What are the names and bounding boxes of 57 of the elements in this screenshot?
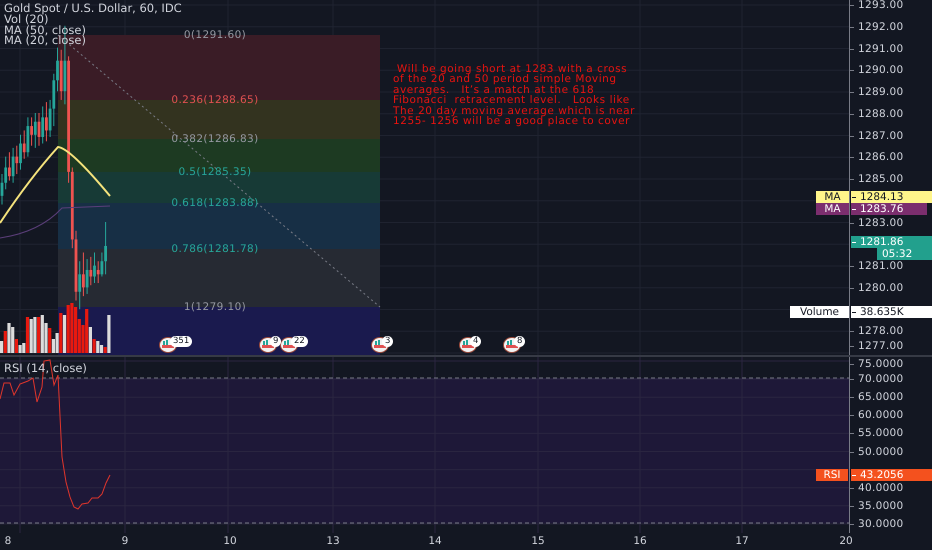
price-axis-label: 1293.00 (850, 0, 904, 11)
time-axis-label: 9 (122, 535, 128, 547)
event-count: 3 (382, 336, 394, 347)
event-count: 8 (514, 336, 526, 347)
series-tag-value: 1284.13 (851, 191, 932, 203)
series-tag-value: 38.635K (851, 306, 932, 318)
rsi-tag-label: RSI (816, 469, 848, 481)
countdown-tag: 05:32 (877, 248, 932, 260)
rsi-axis-label: 65.0000 (850, 391, 904, 404)
time-axis-label: 14 (428, 535, 442, 547)
price-axis-label: 1283.00 (850, 216, 904, 228)
last-price-tag: 1281.86 (851, 236, 932, 248)
fibonacci-level-label: 0.236(1288.65) (171, 95, 259, 106)
time-axis-label: 10 (223, 535, 237, 547)
time-axis-label: 13 (326, 535, 340, 547)
price-axis-label: 1288.00 (850, 108, 904, 120)
event-count: 351 (170, 336, 192, 347)
fibonacci-level-label: 0.382(1286.83) (171, 134, 259, 145)
fibonacci-level-label: 1(1279.10) (184, 302, 246, 313)
series-tag-label: MA (816, 203, 849, 215)
series-tag-value: 1283.76 (851, 203, 927, 215)
rsi-axis-label: 40.0000 (850, 482, 904, 494)
fibonacci-level-label: 0.618(1283.88) (171, 198, 259, 209)
rsi-axis-label: 55.0000 (850, 427, 904, 440)
rsi-axis-label: 75.0000 (850, 358, 904, 370)
fibonacci-level-label: 0.786(1281.78) (171, 244, 259, 255)
event-count: 22 (291, 336, 308, 347)
price-axis-label: 1278.00 (850, 325, 904, 338)
price-axis-label: 1280.00 (850, 282, 904, 294)
rsi-axis-label: 35.0000 (850, 500, 904, 512)
fibonacci-level-label: 0.5(1285.35) (178, 167, 252, 178)
price-axis-label: 1291.00 (850, 42, 904, 54)
event-count: 4 (470, 336, 482, 347)
rsi-axis-label: 30.0000 (850, 518, 904, 530)
price-axis-label: 1290.00 (850, 64, 904, 76)
price-axis-label: 1289.00 (850, 86, 904, 98)
price-axis-label: 1285.00 (850, 173, 904, 185)
indicator-label: Vol (20) (4, 14, 48, 25)
price-axis-label: 1286.00 (850, 151, 904, 164)
time-axis-label: 16 (633, 535, 647, 547)
series-tag-label: Volume (790, 306, 849, 318)
rsi-axis-label: 70.0000 (850, 373, 904, 386)
fibonacci-level-label: 0(1291.60) (184, 30, 246, 41)
time-axis-label: 15 (531, 535, 545, 547)
rsi-axis-label: 60.0000 (850, 409, 904, 422)
price-axis-label: 1277.00 (850, 340, 904, 352)
time-axis-label: 8 (4, 535, 12, 547)
price-axis-label: 1292.00 (850, 20, 904, 33)
time-axis-label: 20 (839, 535, 853, 547)
rsi-axis-label: 50.0000 (850, 446, 904, 458)
rsi-tag-value: 43.2056 (851, 469, 932, 481)
time-axis-label: 17 (735, 535, 749, 547)
price-axis-label: 1287.00 (850, 130, 904, 142)
annotation-note: Will be going short at 1283 with a cross of the 20 and 50 period simple Moving averages. It’s a match at the 618 Fibonacci retracement level. Looks like The 20 day moving average which is near 1255- 1256 will be a good place to cover (393, 64, 635, 126)
price-axis-label: 1281.00 (850, 260, 904, 272)
chart-title: Gold Spot / U.S. Dollar, 60, IDC (4, 3, 182, 14)
series-tag-label: MA (816, 191, 849, 203)
